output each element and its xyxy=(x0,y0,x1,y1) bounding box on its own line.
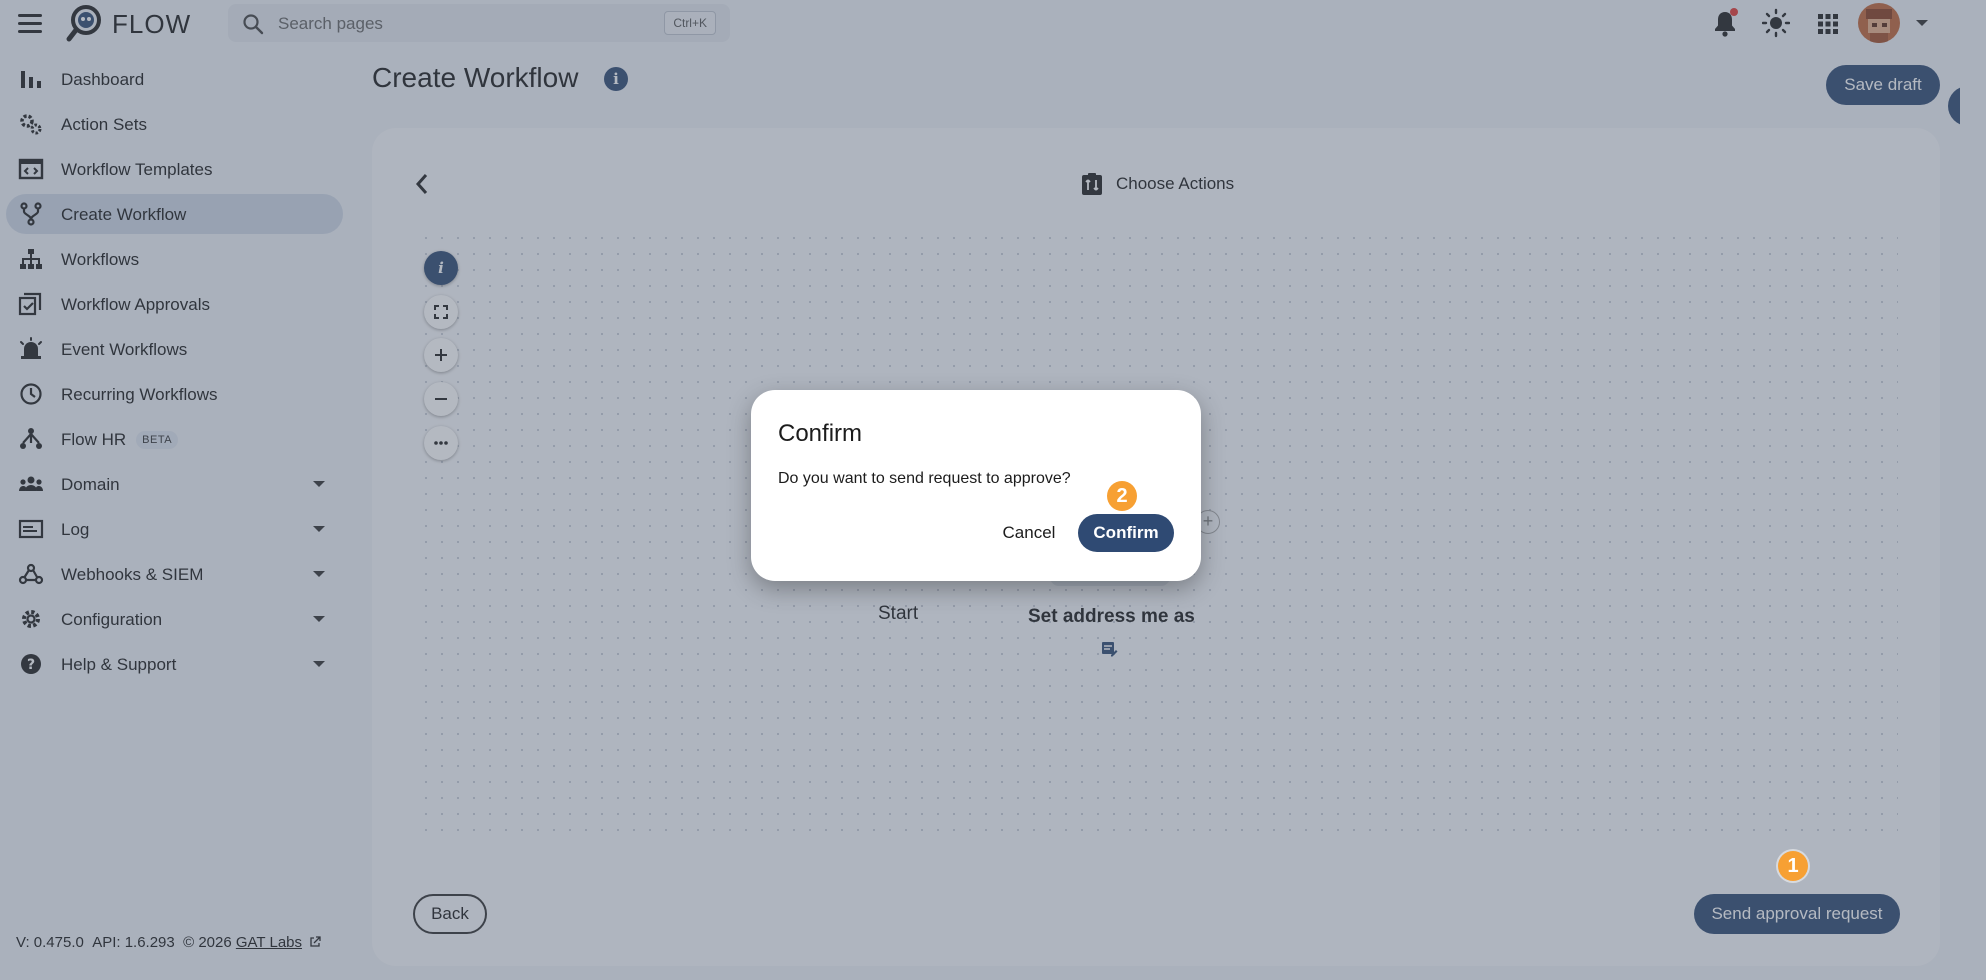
dialog-title: Confirm xyxy=(778,420,863,447)
confirm-button[interactable]: Confirm xyxy=(1078,514,1174,552)
dialog-message: Do you want to send request to approve? xyxy=(778,470,1071,487)
cancel-button[interactable]: Cancel xyxy=(981,514,1077,552)
step-badge-1: 1 xyxy=(1778,851,1808,881)
step-badge-2: 2 xyxy=(1107,481,1137,511)
